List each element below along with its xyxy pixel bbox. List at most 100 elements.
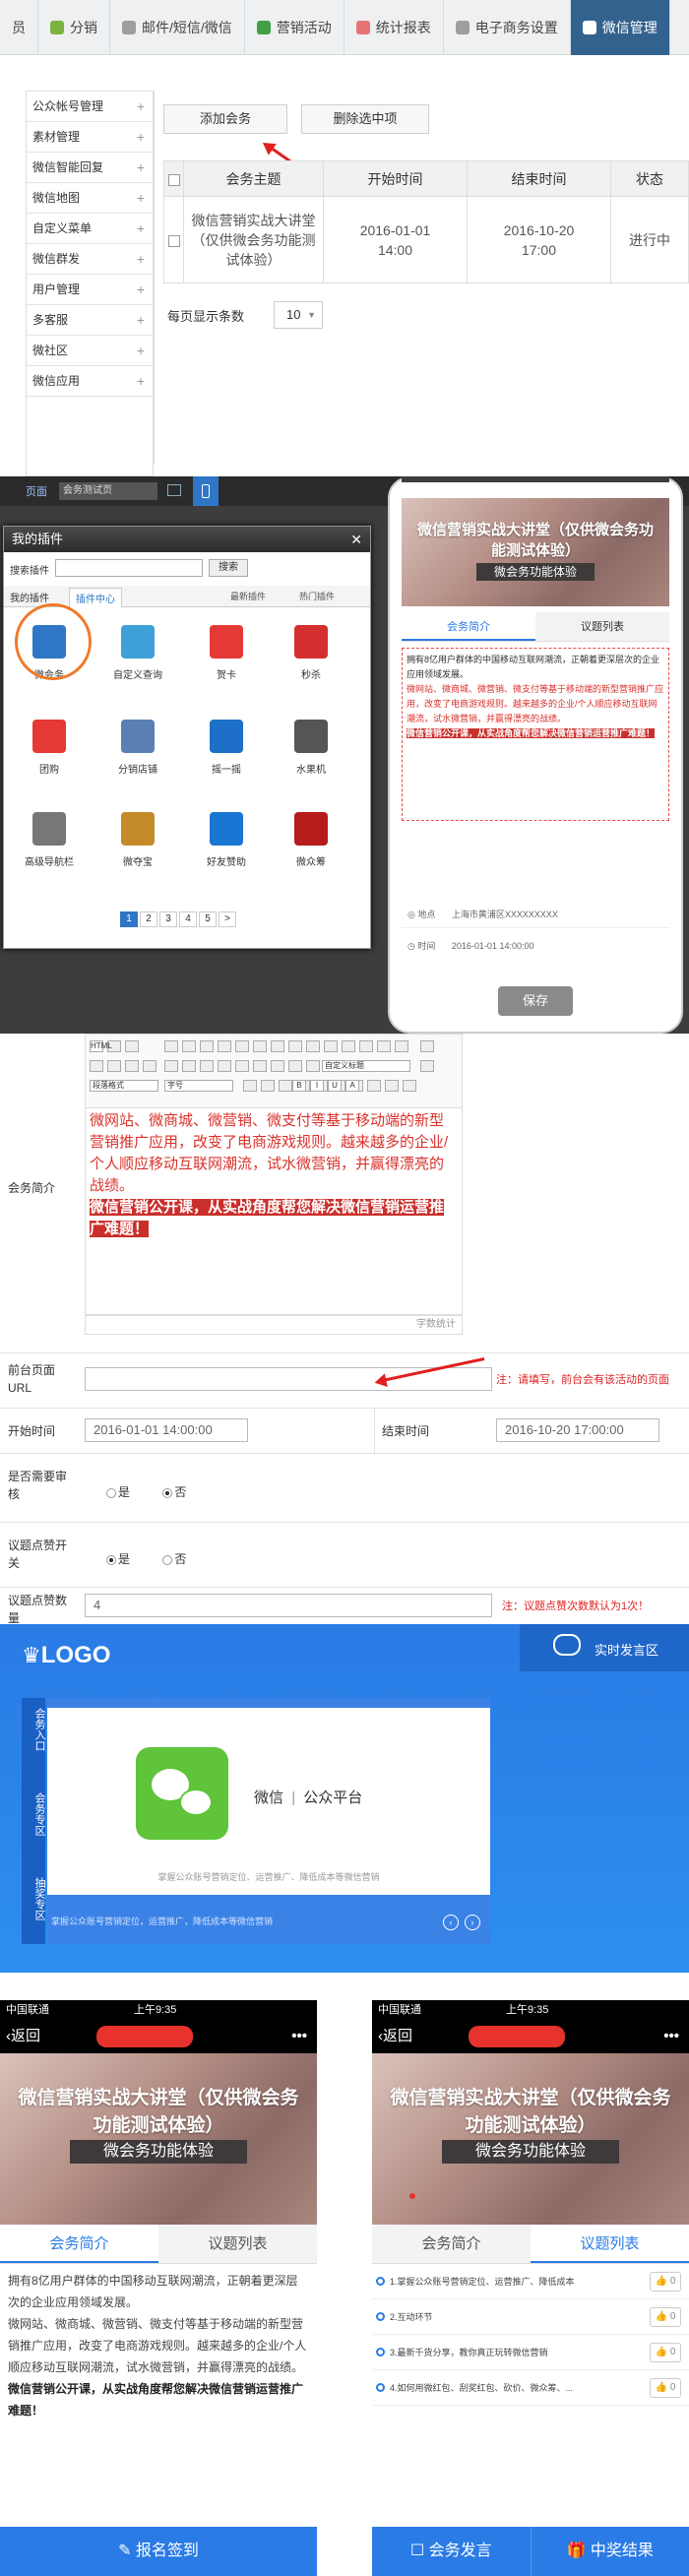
toolbar-button-icon[interactable]: [324, 1040, 338, 1052]
mobile-icon[interactable]: [193, 476, 219, 506]
preview-tab-topics[interactable]: 议题列表: [535, 612, 669, 641]
toolbar-button-icon[interactable]: [288, 1040, 302, 1052]
row-title[interactable]: 微信营销实战大讲堂（仅供微会务功能测试体验）: [183, 196, 324, 283]
toolbar-button-icon[interactable]: [164, 1060, 178, 1072]
search-plugin-input[interactable]: [55, 559, 203, 577]
intro-editor-content[interactable]: 微网站、微商城、微营销、微支付等基于移动端的新型营销推广应用，改变了电商游戏规则…: [85, 1108, 463, 1315]
nav-tab-4[interactable]: 统计报表: [344, 0, 444, 55]
preview-intro-box[interactable]: 拥有8亿用户群体的中国移动互联网潮流，正朝着更深层次的企业应用领域发展。 微网站…: [402, 648, 669, 821]
tab-plugin-center[interactable]: 插件中心: [69, 588, 122, 607]
toolbar-button-icon[interactable]: [200, 1060, 214, 1072]
toolbar-format-button[interactable]: I: [310, 1080, 324, 1092]
page-button[interactable]: 1: [120, 911, 138, 927]
toolbar-dropdown[interactable]: 段落格式: [90, 1080, 158, 1092]
plugin-item[interactable]: 好友赞助: [199, 812, 254, 868]
speak-button[interactable]: ☐ 会务发言: [372, 2527, 532, 2576]
next-arrow-icon[interactable]: ›: [465, 1915, 480, 1930]
desktop-icon[interactable]: [167, 484, 181, 496]
sidebar-item-6[interactable]: 用户管理 +: [27, 275, 153, 305]
plugin-item[interactable]: 分销店铺: [110, 720, 165, 776]
vertical-tab[interactable]: 会务入口: [22, 1708, 45, 1751]
page-button[interactable]: 2: [140, 911, 157, 927]
toolbar-button-icon[interactable]: [200, 1040, 214, 1052]
toolbar-button-icon[interactable]: [279, 1080, 292, 1092]
winners-button[interactable]: 🎁 中奖结果: [532, 2527, 689, 2576]
like-no-radio[interactable]: [162, 1554, 173, 1565]
page-button[interactable]: 4: [179, 911, 197, 927]
plugin-item[interactable]: 高级导航栏: [22, 812, 77, 868]
toolbar-button-icon[interactable]: [420, 1040, 434, 1052]
toolbar-format-button[interactable]: HTML: [90, 1040, 112, 1052]
page-button[interactable]: 3: [159, 911, 177, 927]
select-all-checkbox[interactable]: [167, 173, 180, 186]
like-button[interactable]: 👍 0: [650, 2307, 681, 2327]
back-button[interactable]: ‹返回: [378, 2020, 412, 2053]
sidebar-item-9[interactable]: 微信应用 +: [27, 366, 153, 397]
toolbar-button-icon[interactable]: [306, 1040, 320, 1052]
review-yes-radio[interactable]: [106, 1487, 116, 1498]
nav-tab-1[interactable]: 分销: [38, 0, 110, 55]
toolbar-button-icon[interactable]: [182, 1040, 196, 1052]
newest-plugins-link[interactable]: 最新插件: [230, 590, 266, 602]
more-icon[interactable]: •••: [291, 2020, 307, 2053]
add-meeting-button[interactable]: 添加会务: [163, 104, 287, 134]
plugin-item[interactable]: 摇一摇: [199, 720, 254, 776]
back-button[interactable]: ‹返回: [6, 2020, 40, 2053]
plugin-item[interactable]: 微众筹: [283, 812, 339, 868]
sidebar-item-5[interactable]: 微信群发 +: [27, 244, 153, 275]
plugin-item[interactable]: 团购: [22, 720, 77, 776]
tab-topics[interactable]: 议题列表: [158, 2225, 317, 2263]
toolbar-button-icon[interactable]: [288, 1060, 302, 1072]
toolbar-button-icon[interactable]: [125, 1040, 139, 1052]
sidebar-item-2[interactable]: 微信智能回复 +: [27, 153, 153, 183]
toolbar-button-icon[interactable]: [235, 1040, 249, 1052]
delete-selected-button[interactable]: 删除选中项: [301, 104, 429, 134]
toolbar-button-icon[interactable]: [243, 1080, 257, 1092]
toolbar-button-icon[interactable]: [403, 1080, 416, 1092]
topic-item[interactable]: 3.最新千货分享，教你真正玩转微信营销 👍 0: [372, 2335, 689, 2370]
topic-item[interactable]: 2.互动环节 👍 0: [372, 2299, 689, 2335]
close-icon[interactable]: ✕: [350, 527, 362, 552]
nav-tab-6[interactable]: 微信管理: [570, 0, 670, 55]
toolbar-button-icon[interactable]: [107, 1060, 121, 1072]
signup-button[interactable]: ✎ 报名签到: [0, 2527, 317, 2576]
toolbar-button-icon[interactable]: [377, 1040, 391, 1052]
tab-my-plugins[interactable]: 我的插件: [10, 590, 49, 604]
sidebar-item-4[interactable]: 自定义菜单 +: [27, 214, 153, 244]
vertical-tab[interactable]: 抽奖专区: [22, 1877, 45, 1920]
toolbar-button-icon[interactable]: [367, 1080, 381, 1092]
plugin-item[interactable]: 水果机: [283, 720, 339, 776]
toolbar-button-icon[interactable]: [218, 1040, 231, 1052]
plugin-item[interactable]: 自定义查询: [110, 625, 165, 681]
nav-tab-3[interactable]: 营销活动: [245, 0, 344, 55]
sidebar-item-1[interactable]: 素材管理 +: [27, 122, 153, 153]
toolbar-button-icon[interactable]: [420, 1060, 434, 1072]
toolbar-button-icon[interactable]: [90, 1060, 103, 1072]
toolbar-button-icon[interactable]: [253, 1060, 267, 1072]
nav-tab-0[interactable]: 员: [0, 0, 38, 55]
toolbar-button-icon[interactable]: [235, 1060, 249, 1072]
page-button[interactable]: >: [219, 911, 236, 927]
toolbar-dropdown[interactable]: 字号: [164, 1080, 233, 1092]
like-yes-radio[interactable]: [106, 1554, 116, 1565]
like-count-input[interactable]: 4: [85, 1594, 492, 1617]
review-no-radio[interactable]: [162, 1487, 173, 1498]
like-button[interactable]: 👍 0: [650, 2378, 681, 2398]
nav-tab-2[interactable]: 邮件/短信/微信: [110, 0, 245, 55]
toolbar-button-icon[interactable]: [218, 1060, 231, 1072]
topic-item[interactable]: 1.掌握公众账号营销定位、运营推广、降低成本 👍 0: [372, 2264, 689, 2299]
page-button[interactable]: 5: [199, 911, 217, 927]
toolbar-button-icon[interactable]: [253, 1040, 267, 1052]
save-button[interactable]: 保存: [498, 986, 573, 1016]
row-checkbox[interactable]: [167, 234, 180, 247]
sidebar-item-0[interactable]: 公众帐号管理 +: [27, 92, 153, 122]
page-size-select[interactable]: 10 ▼: [274, 301, 323, 329]
toolbar-format-button[interactable]: B: [292, 1080, 306, 1092]
page-select[interactable]: 会务测试页: [59, 482, 157, 500]
toolbar-button-icon[interactable]: [125, 1060, 139, 1072]
sidebar-item-3[interactable]: 微信地图 +: [27, 183, 153, 214]
toolbar-dropdown[interactable]: 自定义标题: [322, 1060, 410, 1072]
table-row[interactable]: 微信营销实战大讲堂（仅供微会务功能测试体验） 2016-01-01 14:00 …: [163, 196, 689, 283]
tab-intro[interactable]: 会务简介: [0, 2225, 158, 2263]
plugin-item[interactable]: 秒杀: [283, 625, 339, 681]
